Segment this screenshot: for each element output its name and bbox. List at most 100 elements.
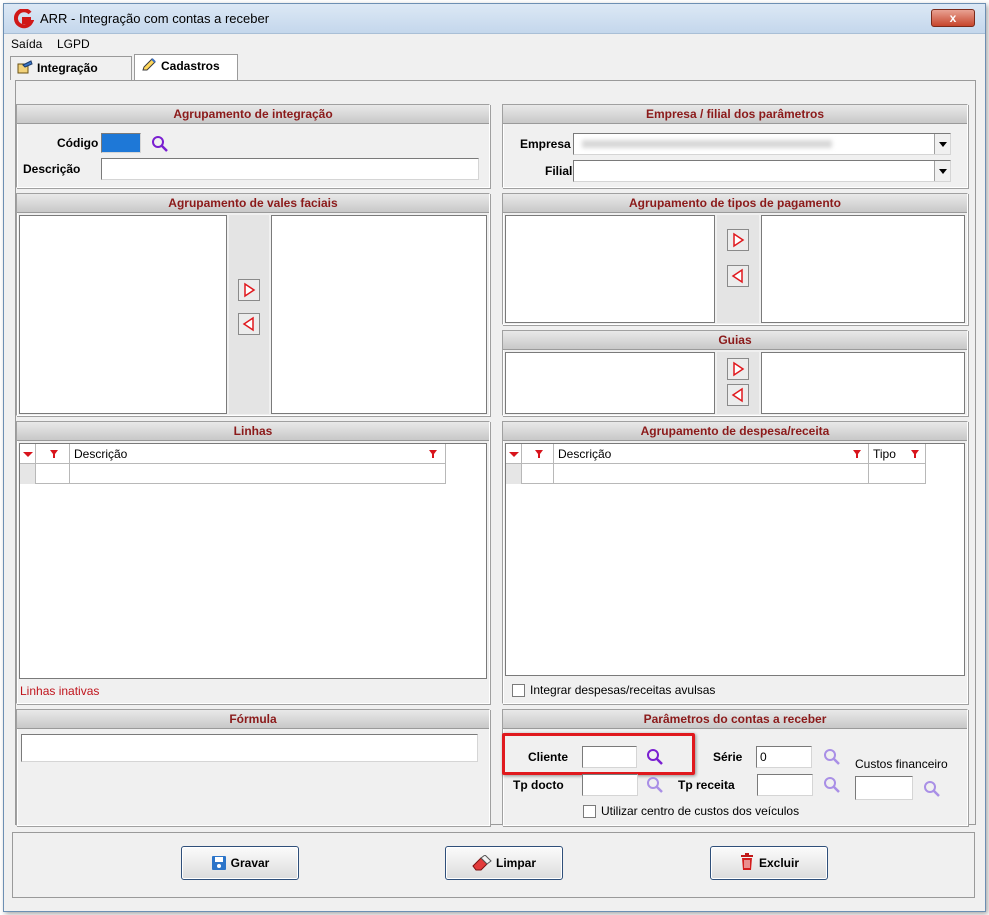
- despesa-col-tipo[interactable]: Tipo: [869, 444, 926, 464]
- excluir-button-label: Excluir: [758, 856, 800, 870]
- vales-faciais-panel: Agrupamento de vales faciais: [16, 193, 490, 416]
- menu-lgpd[interactable]: LGPD: [57, 37, 90, 51]
- custos-financeiro-input[interactable]: [855, 776, 913, 800]
- descricao-input[interactable]: [101, 158, 479, 180]
- row-indicator-header: [20, 444, 36, 464]
- despesa-col-descricao[interactable]: Descrição: [554, 444, 869, 464]
- codigo-input[interactable]: [101, 133, 141, 153]
- despesa-grid[interactable]: Descrição Tipo: [505, 443, 965, 676]
- arrow-left-icon: [731, 268, 743, 284]
- parametros-panel: Parâmetros do contas a receber Cliente S…: [502, 709, 968, 826]
- despesa-grid-header: Descrição Tipo: [506, 444, 926, 464]
- chevron-down-icon: [939, 142, 947, 147]
- pagamento-selected-list[interactable]: [761, 215, 965, 323]
- vales-add-button[interactable]: [238, 279, 260, 301]
- despesa-receita-header: Agrupamento de despesa/receita: [503, 422, 967, 441]
- filial-dropdown-button[interactable]: [934, 161, 950, 181]
- triangle-down-icon: [23, 452, 33, 457]
- tab-cadastros[interactable]: Cadastros: [134, 54, 238, 80]
- linhas-panel: Linhas Descrição Linhas inativas: [16, 421, 490, 704]
- serie-search-icon[interactable]: [823, 748, 841, 766]
- parametros-header: Parâmetros do contas a receber: [503, 710, 967, 729]
- tab-bar: Integração Cadastros: [10, 54, 980, 80]
- integration-group-header: Agrupamento de integração: [17, 105, 489, 124]
- gravar-button[interactable]: Gravar: [181, 846, 299, 880]
- empresa-blurred-value: [582, 140, 832, 148]
- guias-selected-list[interactable]: [761, 352, 965, 414]
- row-indicator-header: [506, 444, 522, 464]
- application-window: ARR - Integração com contas a receber x …: [3, 3, 986, 912]
- empresa-select[interactable]: [573, 133, 951, 155]
- despesa-receita-panel: Agrupamento de despesa/receita Descrição…: [502, 421, 968, 704]
- close-button[interactable]: x: [931, 9, 975, 27]
- table-row[interactable]: [506, 464, 926, 484]
- linhas-col-descricao-label: Descrição: [74, 447, 128, 461]
- empresa-label: Empresa: [520, 137, 571, 151]
- tp-docto-input[interactable]: [582, 774, 638, 796]
- filial-label: Filial: [545, 164, 573, 178]
- serie-label: Série: [713, 750, 743, 764]
- despesa-col-tipo-label: Tipo: [873, 447, 896, 461]
- custos-financeiro-label: Custos financeiro: [855, 757, 948, 771]
- table-cell[interactable]: [554, 464, 869, 484]
- linhas-grid[interactable]: Descrição: [19, 443, 487, 679]
- serie-input[interactable]: 0: [756, 746, 812, 768]
- arrow-left-icon: [242, 316, 254, 332]
- despesa-filter-column[interactable]: [522, 444, 554, 464]
- linhas-col-descricao[interactable]: Descrição: [70, 444, 446, 464]
- tab-integracao-label: Integração: [37, 61, 98, 75]
- filter-icon[interactable]: [428, 449, 438, 459]
- tp-receita-label: Tp receita: [678, 778, 735, 792]
- vales-available-list[interactable]: [19, 215, 227, 414]
- table-row[interactable]: [20, 464, 446, 484]
- tp-receita-search-icon[interactable]: [823, 776, 841, 794]
- tipos-pagamento-header: Agrupamento de tipos de pagamento: [503, 194, 967, 213]
- linhas-filter-column[interactable]: [36, 444, 70, 464]
- formula-input[interactable]: [21, 734, 478, 762]
- pagamento-remove-button[interactable]: [727, 265, 749, 287]
- eraser-icon: [472, 855, 492, 871]
- integration-icon: [17, 60, 33, 74]
- tab-integracao[interactable]: Integração: [10, 56, 132, 80]
- excluir-button[interactable]: Excluir: [710, 846, 828, 880]
- integrar-avulsas-checkbox[interactable]: [512, 684, 525, 697]
- centro-custos-checkbox[interactable]: [583, 805, 596, 818]
- vales-remove-button[interactable]: [238, 313, 260, 335]
- guias-panel: Guias: [502, 330, 968, 416]
- trash-icon: [740, 853, 753, 870]
- tp-receita-input[interactable]: [757, 774, 813, 796]
- linhas-inativas-label[interactable]: Linhas inativas: [20, 684, 99, 698]
- limpar-button-label: Limpar: [495, 856, 536, 870]
- custos-search-icon[interactable]: [923, 780, 941, 798]
- filter-icon[interactable]: [852, 449, 862, 459]
- pagamento-add-button[interactable]: [727, 229, 749, 251]
- limpar-button[interactable]: Limpar: [445, 846, 563, 880]
- edit-pencil-icon: [142, 58, 156, 71]
- table-cell[interactable]: [36, 464, 70, 484]
- empresa-filial-header: Empresa / filial dos parâmetros: [503, 105, 967, 124]
- pagamento-available-list[interactable]: [505, 215, 715, 323]
- menu-saida[interactable]: Saída: [11, 37, 42, 51]
- arrow-right-icon: [733, 361, 745, 377]
- tp-docto-search-icon[interactable]: [646, 776, 664, 794]
- centro-custos-label: Utilizar centro de custos dos veículos: [601, 804, 800, 818]
- guias-available-list[interactable]: [505, 352, 715, 414]
- filter-icon: [535, 450, 543, 458]
- gravar-button-label: Gravar: [230, 856, 270, 870]
- integration-group-panel: Agrupamento de integração Código Descriç…: [16, 104, 490, 188]
- content-area: Agrupamento de integração Código Descriç…: [15, 80, 976, 826]
- title-bar[interactable]: ARR - Integração com contas a receber x: [4, 4, 985, 34]
- empresa-filial-panel: Empresa / filial dos parâmetros Empresa …: [502, 104, 968, 188]
- vales-selected-list[interactable]: [271, 215, 487, 414]
- vales-transfer-column: [229, 215, 269, 414]
- codigo-label: Código: [57, 136, 99, 150]
- filter-icon[interactable]: [910, 449, 920, 459]
- table-cell[interactable]: [522, 464, 554, 484]
- guias-add-button[interactable]: [727, 358, 749, 380]
- codigo-search-icon[interactable]: [151, 135, 169, 153]
- empresa-dropdown-button[interactable]: [934, 134, 950, 154]
- guias-remove-button[interactable]: [727, 384, 749, 406]
- filial-select[interactable]: [573, 160, 951, 182]
- cliente-highlight-box: [502, 733, 695, 775]
- filter-icon: [50, 450, 58, 458]
